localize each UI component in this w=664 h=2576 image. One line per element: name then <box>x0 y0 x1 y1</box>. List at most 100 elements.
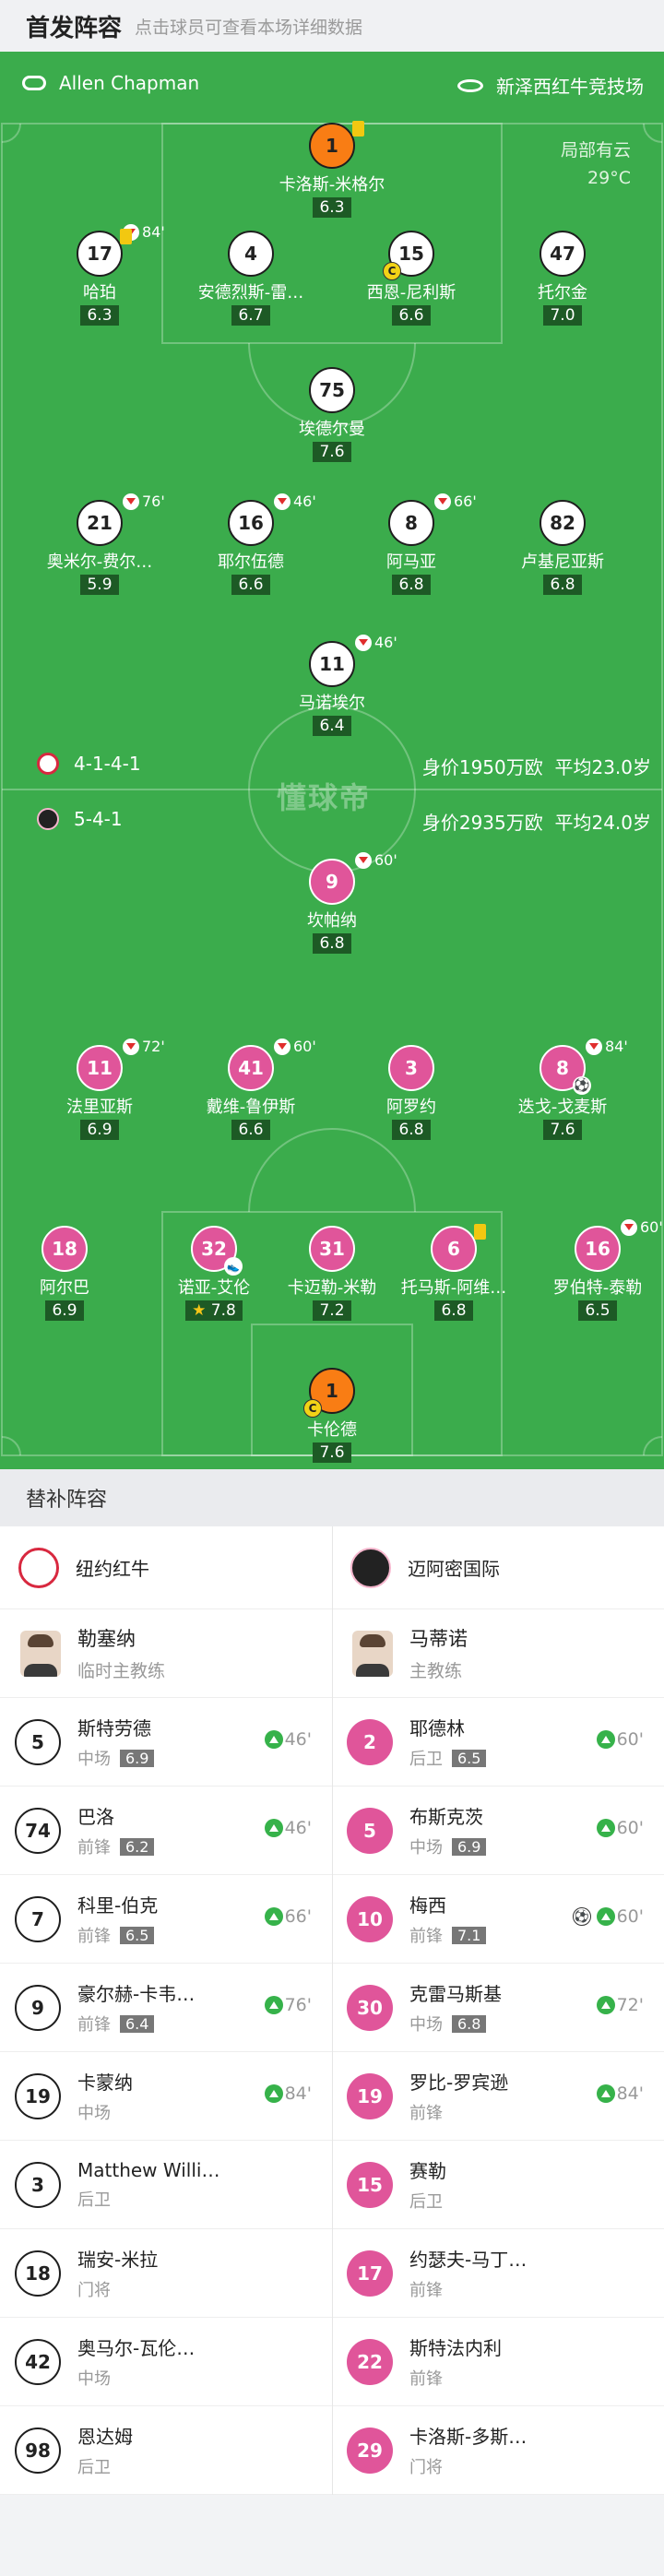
sub-rating: 6.8 <box>452 2014 487 2033</box>
player-home[interactable]: 46' 16 耶尔伍德 6.6 <box>168 493 334 595</box>
sub-player-row[interactable]: 5 布斯克茨 中场 6.9 60' <box>332 1787 664 1875</box>
player-number: 9 <box>326 871 338 893</box>
player-home[interactable]: 47 托尔金 7.0 <box>480 231 646 326</box>
player-rating-value: 6.7 <box>238 306 264 325</box>
sub-out-badge: 46' <box>355 634 397 651</box>
player-away[interactable]: 6 托马斯-阿维… 6.8 <box>371 1224 537 1321</box>
player-rating-value: 7.6 <box>319 1443 345 1462</box>
player-home[interactable]: 66' 8 阿马亚 6.8 <box>328 493 494 595</box>
sub-number: 10 <box>357 1907 383 1930</box>
player-home[interactable]: 4 安德烈斯-雷… 6.7 <box>168 231 334 326</box>
sub-number-badge: 74 <box>15 1807 61 1854</box>
sub-position-line: 前锋 7.1 <box>409 1923 487 1947</box>
player-rating-value: 6.9 <box>52 1301 77 1320</box>
player-away[interactable]: 3 阿罗约 6.8 <box>328 1045 494 1140</box>
player-home[interactable]: 46' 11 马诺埃尔 6.4 <box>249 634 415 736</box>
lineup-header: 首发阵容 点击球员可查看本场详细数据 <box>0 0 664 52</box>
sub-number: 3 <box>31 2173 44 2196</box>
player-name: 哈珀 <box>83 283 116 303</box>
sub-player-row[interactable]: 30 克雷马斯基 中场 6.8 72' <box>332 1964 664 2052</box>
player-rating-value: 6.6 <box>238 1121 264 1139</box>
sub-name: 梅西 <box>409 1894 446 1917</box>
sub-player-row[interactable]: 29 卡洛斯-多斯… 门将 <box>332 2406 664 2495</box>
coach-name: 马蒂诺 <box>409 1628 468 1650</box>
sub-info: 斯特法内利 前锋 <box>409 2333 502 2390</box>
sub-player-row[interactable]: 10 梅西前锋 7.1 ⚽ 60' <box>332 1875 664 1964</box>
home-team-row[interactable]: 纽约红牛 <box>0 1526 332 1609</box>
player-away[interactable]: 60' 9 坎帕纳 6.8 <box>249 851 415 954</box>
player-number: 47 <box>550 243 575 265</box>
player-number: 11 <box>319 653 345 675</box>
player-rating-value: 7.0 <box>550 306 575 325</box>
sub-player-row[interactable]: 7 科里-伯克 前锋 6.5 66' <box>0 1875 332 1964</box>
player-away[interactable]: 60' 16 罗伯特-泰勒 6.5 <box>515 1218 664 1321</box>
sub-player-row[interactable]: 2 耶德林 后卫 6.5 60' <box>332 1698 664 1787</box>
player-name: 戴维-鲁伊斯 <box>206 1098 296 1117</box>
sub-player-row[interactable]: 18 瑞安-米拉 门将 <box>0 2229 332 2318</box>
player-rating: 7.2 <box>313 1300 351 1321</box>
sub-player-row[interactable]: 9 豪尔赫-卡韦… 前锋 6.4 76' <box>0 1964 332 2052</box>
sub-number: 15 <box>357 2173 383 2196</box>
sub-player-row[interactable]: 17 约瑟夫-马丁… 前锋 <box>332 2229 664 2318</box>
away-team-row[interactable]: 迈阿密国际 <box>332 1526 664 1609</box>
captain-icon: C <box>303 1399 322 1418</box>
player-home[interactable]: 82 卢基尼亚斯 6.8 <box>480 500 646 595</box>
sub-player-row[interactable]: 42 奥马尔-瓦伦… 中场 <box>0 2318 332 2406</box>
sub-in-badge: 66' <box>264 1906 312 1927</box>
sub-in-badge: 60' <box>596 1818 644 1838</box>
player-number: 3 <box>405 1057 418 1079</box>
sub-player-row[interactable]: 19 卡蒙纳 中场 84' <box>0 2052 332 2141</box>
sub-player-row[interactable]: 15 赛勒 后卫 <box>332 2141 664 2229</box>
sub-in-arrow-icon <box>596 1819 615 1837</box>
away-age-text: 平均24.0岁 <box>554 812 651 834</box>
player-home[interactable]: 84' 17 哈珀 6.3 <box>17 223 183 326</box>
away-coach[interactable]: 马蒂诺 主教练 <box>332 1609 664 1698</box>
player-away[interactable]: 1 C 卡伦德 7.6 <box>249 1368 415 1463</box>
player-rating: ★ 7.8 <box>185 1300 243 1321</box>
sub-out-arrow-icon <box>123 1038 139 1055</box>
player-rating: 6.8 <box>543 575 582 595</box>
player-rating-value: 6.4 <box>319 717 345 735</box>
sub-name: 赛勒 <box>409 2160 446 2182</box>
home-coach[interactable]: 勒塞纳 临时主教练 <box>0 1609 332 1698</box>
sub-out-badge: 76' <box>123 493 165 510</box>
player-away[interactable]: 84' 8 ⚽ 迭戈-戈麦斯 7.6 <box>480 1038 646 1140</box>
sub-in-badge: ⚽ 60' <box>572 1906 644 1927</box>
sub-player-row[interactable]: 74 巴洛 前锋 6.2 46' <box>0 1787 332 1875</box>
sub-position-line: 后卫 <box>77 2454 133 2478</box>
player-away[interactable]: 72' 11 法里亚斯 6.9 <box>17 1038 183 1140</box>
yellow-card-icon <box>120 229 132 244</box>
player-number: 31 <box>319 1238 345 1260</box>
sub-player-row[interactable]: 3 Matthew Willi… 后卫 <box>0 2141 332 2229</box>
player-home[interactable]: 75 埃德尔曼 7.6 <box>249 367 415 462</box>
sub-number-badge: 3 <box>15 2161 61 2208</box>
home-value-text: 身价1950万欧 <box>421 756 543 778</box>
sub-in-minute: 60' <box>616 1906 644 1927</box>
player-away[interactable]: 60' 41 戴维-鲁伊斯 6.6 <box>168 1038 334 1140</box>
player-rating-value: 7.6 <box>319 443 345 461</box>
player-home[interactable]: 76' 21 奥米尔-费尔… 5.9 <box>17 493 183 595</box>
sub-player-row[interactable]: 19 罗比-罗宾逊 前锋 84' <box>332 2052 664 2141</box>
sub-rating: 6.5 <box>120 1926 155 1944</box>
sub-position-line: 前锋 6.4 <box>77 2012 195 2036</box>
sub-position-line: 后卫 6.5 <box>409 1746 487 1770</box>
sub-player-row[interactable]: 98 恩达姆 后卫 <box>0 2406 332 2495</box>
goal-ball-icon: ⚽ <box>573 1076 591 1095</box>
player-number: 6 <box>447 1238 460 1260</box>
sub-number-badge: 18 <box>15 2250 61 2297</box>
sub-name: 奥马尔-瓦伦… <box>77 2337 196 2359</box>
player-home[interactable]: 1 卡洛斯-米格尔 6.3 <box>249 121 415 218</box>
sub-player-row[interactable]: 22 斯特法内利 前锋 <box>332 2318 664 2406</box>
sub-number: 30 <box>357 1996 383 2019</box>
sub-number-badge: 5 <box>15 1718 61 1765</box>
player-rating: 7.6 <box>313 442 351 462</box>
whistle-icon <box>22 76 46 90</box>
player-away[interactable]: 18 阿尔巴 6.9 <box>0 1226 148 1321</box>
player-rating-value: 6.8 <box>550 576 575 594</box>
player-rating: 6.9 <box>80 1120 119 1140</box>
sub-player-row[interactable]: 5 斯特劳德 中场 6.9 46' <box>0 1698 332 1787</box>
sub-position-line: 中场 <box>77 2366 195 2390</box>
player-rating: 6.7 <box>231 305 270 326</box>
yellow-card-icon <box>352 121 364 137</box>
player-home[interactable]: 15 C 西恩-尼利斯 6.6 <box>328 231 494 326</box>
